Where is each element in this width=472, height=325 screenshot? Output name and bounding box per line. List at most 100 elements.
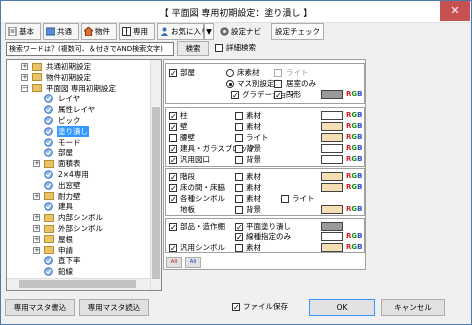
item-rgb-button[interactable]: RGB bbox=[346, 122, 362, 131]
tree-item[interactable]: 部屋 bbox=[7, 147, 149, 158]
generic-material-checkbox[interactable] bbox=[235, 244, 243, 252]
building-button[interactable]: 物件 bbox=[81, 23, 117, 40]
check-all-button[interactable]: All bbox=[166, 257, 182, 268]
tree-item[interactable]: 建具 bbox=[7, 201, 149, 212]
close-button[interactable]: ✕ bbox=[440, 1, 470, 21]
cancel-button[interactable]: キャンセル bbox=[381, 299, 445, 316]
material-checkbox[interactable] bbox=[235, 156, 243, 164]
tree-item[interactable]: 直下率 bbox=[7, 255, 149, 266]
color-swatch[interactable] bbox=[321, 122, 343, 131]
generic-color-swatch[interactable] bbox=[321, 243, 343, 252]
line-color-swatch[interactable] bbox=[321, 232, 343, 241]
color-swatch[interactable] bbox=[321, 111, 343, 120]
parts-checkbox[interactable]: ✓ bbox=[169, 223, 177, 232]
dedicated-button[interactable]: 専用 bbox=[119, 23, 155, 40]
search-button[interactable]: 検索 bbox=[177, 41, 209, 56]
light-checkbox[interactable] bbox=[274, 69, 282, 77]
color-swatch[interactable] bbox=[321, 144, 343, 153]
material-checkbox[interactable] bbox=[235, 206, 243, 214]
generic-symbol-checkbox[interactable]: ✓ bbox=[169, 244, 177, 253]
tree-item[interactable]: − 平面図 専用初期設定 bbox=[7, 83, 149, 94]
color-swatch[interactable] bbox=[321, 172, 343, 181]
setting-navi-button[interactable]: 設定ナビ bbox=[217, 23, 269, 40]
circle-checkbox[interactable]: ✓ bbox=[274, 91, 282, 100]
color-swatch[interactable] bbox=[321, 133, 343, 142]
material-checkbox[interactable] bbox=[235, 123, 243, 131]
tree-item[interactable]: + 屋根 bbox=[7, 234, 149, 245]
item-checkbox[interactable]: ✓ bbox=[169, 184, 177, 193]
line-rgb-button[interactable]: RGB bbox=[346, 232, 362, 241]
mass-color-radio[interactable] bbox=[226, 80, 234, 88]
color-swatch[interactable] bbox=[321, 205, 343, 214]
tree-item[interactable]: 塗り潰し bbox=[7, 125, 149, 137]
tree-item[interactable]: 鉛線 bbox=[7, 266, 149, 277]
item-rgb-button[interactable]: RGB bbox=[346, 111, 362, 120]
room-rgb-button[interactable]: RGB bbox=[346, 90, 362, 99]
read-master-button[interactable]: 専用マスタ読込 bbox=[79, 299, 149, 316]
tree-expander[interactable]: + bbox=[33, 214, 40, 222]
basic-button[interactable]: 基本 bbox=[5, 23, 41, 40]
detail-search-checkbox[interactable] bbox=[215, 44, 223, 52]
tree-item[interactable]: モード bbox=[7, 137, 149, 148]
line-color-only-checkbox[interactable]: ✓ bbox=[235, 233, 243, 242]
item-checkbox[interactable]: ✓ bbox=[169, 156, 177, 165]
material-checkbox[interactable] bbox=[235, 145, 243, 153]
item-checkbox[interactable]: ✓ bbox=[169, 112, 177, 121]
tree-item[interactable]: + 共通初期設定 bbox=[7, 61, 149, 72]
tree-item[interactable]: 出窓壁 bbox=[7, 180, 149, 191]
material-checkbox[interactable] bbox=[235, 173, 243, 181]
tree-expander[interactable]: + bbox=[33, 225, 40, 232]
tree-expander[interactable]: − bbox=[21, 84, 28, 92]
ok-button[interactable]: OK bbox=[309, 299, 375, 316]
save-file-checkbox[interactable]: ✓ bbox=[232, 303, 240, 312]
search-input[interactable]: 検索ワードは？(複数可、＆付きでAND検索文字) bbox=[6, 42, 174, 56]
material-checkbox[interactable] bbox=[235, 134, 243, 142]
material-checkbox[interactable] bbox=[235, 184, 243, 192]
room-only-checkbox[interactable] bbox=[274, 80, 282, 88]
color-swatch[interactable] bbox=[321, 155, 343, 164]
item-rgb-button[interactable]: RGB bbox=[346, 155, 362, 164]
tree-expander[interactable]: + bbox=[33, 192, 40, 200]
tree-expander[interactable]: + bbox=[33, 235, 40, 243]
tree-item[interactable]: レイヤ bbox=[7, 93, 149, 104]
favorites-dropdown[interactable]: ▼ bbox=[204, 23, 214, 40]
color-swatch[interactable] bbox=[321, 183, 343, 192]
common-button[interactable]: 共通 bbox=[43, 23, 79, 40]
tree-item[interactable]: + 外部シンボル bbox=[7, 223, 149, 234]
item-rgb-button[interactable]: RGB bbox=[346, 144, 362, 153]
room-color-swatch[interactable] bbox=[321, 90, 343, 99]
favorites-button[interactable]: お気に入り bbox=[157, 23, 209, 40]
tree-item[interactable]: 2×4専用 bbox=[7, 169, 149, 180]
item-rgb-button[interactable]: RGB bbox=[346, 205, 362, 214]
tree-expander[interactable]: + bbox=[21, 73, 28, 81]
gradation-checkbox[interactable]: ✓ bbox=[231, 91, 239, 100]
tree-item[interactable]: + 耐力壁 bbox=[7, 191, 149, 202]
item-checkbox[interactable]: ✓ bbox=[169, 145, 177, 154]
item-checkbox[interactable]: ✓ bbox=[169, 123, 177, 132]
write-master-button[interactable]: 専用マスタ書込 bbox=[5, 299, 75, 316]
uncheck-all-button[interactable]: All bbox=[185, 257, 201, 268]
tree-item[interactable]: + 物件初期設定 bbox=[7, 72, 149, 83]
tree-expander[interactable]: + bbox=[21, 63, 28, 70]
generic-rgb-button[interactable]: RGB bbox=[346, 243, 362, 252]
tree-item[interactable]: 属性レイヤ bbox=[7, 104, 149, 115]
parts-color-swatch[interactable] bbox=[321, 222, 343, 231]
light-checkbox[interactable] bbox=[281, 195, 289, 203]
tree-expander[interactable]: + bbox=[33, 160, 40, 168]
settings-tree[interactable]: + 共通初期設定 + 物件初期設定 − 平面図 専用初期設定 レイヤ 属性レイヤ ピック 塗り潰し… bbox=[6, 59, 162, 291]
tree-item[interactable]: + 申請 bbox=[7, 245, 149, 256]
room-checkbox[interactable]: ✓ bbox=[169, 69, 177, 78]
tree-item[interactable]: ピック bbox=[7, 115, 149, 126]
tree-scroll-thumb[interactable] bbox=[152, 107, 160, 279]
tree-expander[interactable]: + bbox=[33, 246, 40, 254]
item-checkbox[interactable]: ✓ bbox=[169, 173, 177, 182]
setting-check-button[interactable]: 設定チェック bbox=[271, 23, 324, 40]
floor-material-radio[interactable] bbox=[226, 69, 234, 77]
plane-fill-checkbox[interactable]: ✓ bbox=[235, 223, 243, 232]
item-checkbox[interactable]: ✓ bbox=[169, 195, 177, 204]
material-checkbox[interactable] bbox=[235, 112, 243, 120]
item-checkbox[interactable] bbox=[169, 134, 177, 142]
item-rgb-button[interactable]: RGB bbox=[346, 172, 362, 181]
item-rgb-button[interactable]: RGB bbox=[346, 133, 362, 142]
material-checkbox[interactable] bbox=[235, 195, 243, 203]
